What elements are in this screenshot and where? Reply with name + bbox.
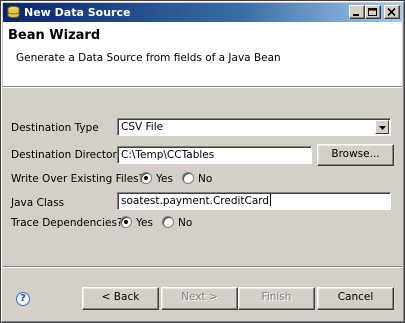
maximize-button[interactable] [365,5,381,19]
browse-button[interactable]: Browse... [317,144,394,166]
trace-yes-label[interactable]: Yes [136,217,153,229]
dropdown-button[interactable] [375,120,389,134]
next-button[interactable]: Next > [161,287,238,310]
minimize-button[interactable] [349,5,365,19]
destination-directory-input[interactable]: C:\Temp\CCTables [117,146,312,164]
finish-button[interactable]: Finish [238,287,315,310]
wizard-banner: Bean Wizard Generate a Data Source from … [3,22,402,87]
destination-type-value: CSV File [121,121,164,133]
trace-yes-radio[interactable] [120,216,132,228]
minimize-icon [353,14,359,16]
chevron-down-icon [379,126,386,130]
cancel-button[interactable]: Cancel [317,287,394,310]
destination-directory-label: Destination Directory [11,149,123,161]
destination-directory-value: C:\Temp\CCTables [121,149,215,161]
overwrite-no-label[interactable]: No [198,173,212,185]
destination-type-select[interactable]: CSV File [117,118,391,136]
close-button[interactable] [384,5,400,19]
title-bar[interactable]: New Data Source [3,3,402,22]
overwrite-yes-label[interactable]: Yes [156,173,173,185]
banner-divider [3,87,402,88]
wizard-description: Generate a Data Source from fields of a … [16,52,281,64]
maximize-icon [368,8,377,16]
trace-dependencies-label: Trace Dependencies? [11,217,123,229]
wizard-heading: Bean Wizard [8,28,101,43]
trace-no-radio[interactable] [162,216,174,228]
destination-type-label: Destination Type [11,122,99,134]
java-class-value: soatest.payment.CreditCard [121,195,270,207]
data-source-icon [6,5,21,20]
window-title: New Data Source [24,6,131,19]
java-class-label: Java Class [11,197,65,209]
text-cursor [270,194,272,206]
overwrite-label: Write Over Existing Files? [11,173,145,185]
trace-no-label[interactable]: No [178,217,192,229]
close-icon [387,8,396,17]
java-class-input[interactable]: soatest.payment.CreditCard [117,192,391,210]
back-button[interactable]: < Back [82,287,159,310]
overwrite-yes-radio[interactable] [140,172,152,184]
new-data-source-dialog: New Data Source Bean Wizard Generate a D… [0,0,405,323]
overwrite-no-radio[interactable] [182,172,194,184]
footer-separator [3,266,402,268]
question-mark-icon[interactable]: ? [16,292,30,306]
